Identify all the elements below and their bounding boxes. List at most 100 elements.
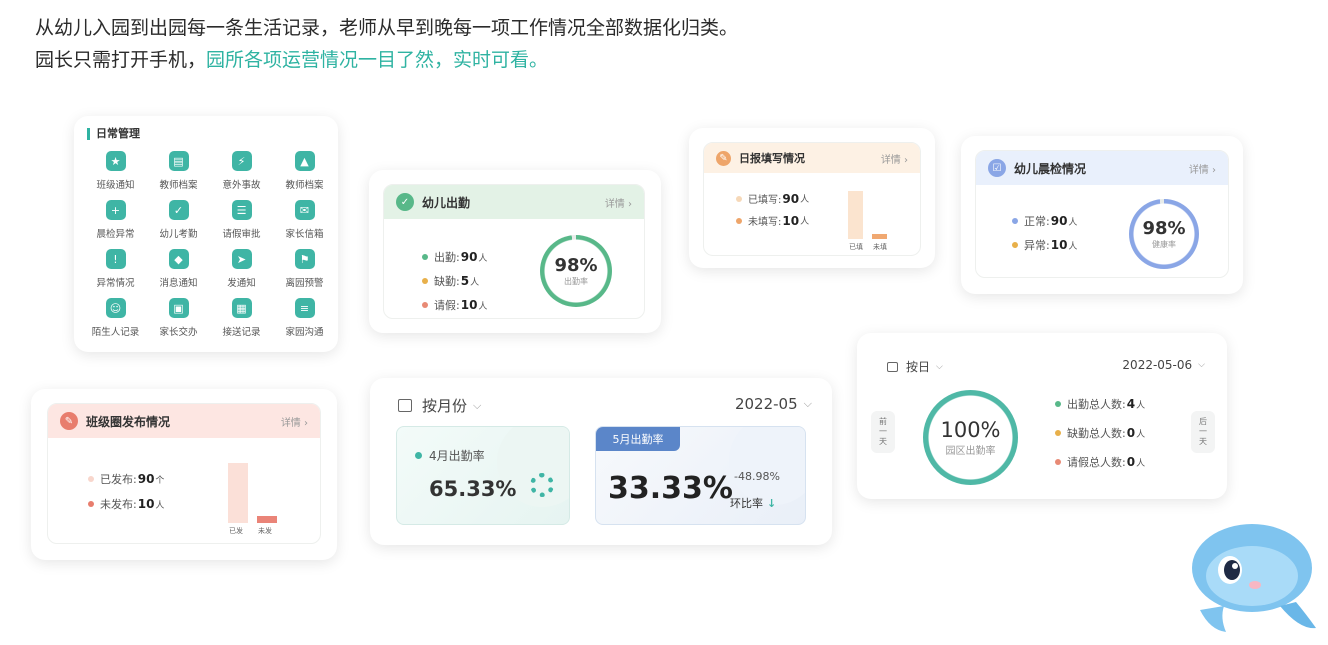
daily-mgmt-item[interactable]: ➤ 发通知 bbox=[210, 247, 273, 296]
daily-report-panel: ✎ 日报填写情况 详情 › 已填写: 90 人未填写: 10 人 已填 未填 bbox=[703, 142, 921, 256]
daily-mgmt-item[interactable]: ▦ 接送记录 bbox=[210, 296, 273, 345]
daily-report-header: ✎ 日报填写情况 详情 › bbox=[704, 143, 920, 173]
bar-1 bbox=[257, 516, 277, 523]
daily-mgmt-item-label: 家长信箱 bbox=[285, 229, 324, 240]
legend-dot bbox=[1055, 459, 1061, 465]
legend-dot bbox=[736, 217, 742, 224]
calendar-icon bbox=[887, 361, 898, 372]
stat-label: 请假总人数: bbox=[1067, 456, 1126, 469]
prev-month-value: 65.33% bbox=[429, 477, 517, 501]
stat-row: 正常: 90 人 bbox=[1012, 213, 1077, 229]
daily-mgmt-item-label: 消息通知 bbox=[159, 278, 198, 289]
daily-mgmt-item-label: 晨检异常 bbox=[96, 229, 135, 240]
nav-char: 天 bbox=[1199, 437, 1207, 446]
bar-label: 未发 bbox=[258, 527, 272, 535]
daily-mgmt-item[interactable]: ! 异常情况 bbox=[84, 247, 147, 296]
daily-mgmt-item[interactable]: ▤ 教师档案 bbox=[147, 149, 210, 198]
stat-unit: 个 bbox=[155, 475, 165, 486]
class-posts-detail-link[interactable]: 详情 › bbox=[281, 414, 308, 429]
daily-mgmt-item[interactable]: + 晨检异常 bbox=[84, 198, 147, 247]
stat-unit: 人 bbox=[800, 217, 810, 227]
stat-unit: 人 bbox=[1068, 241, 1078, 252]
lifebuoy-icon bbox=[530, 473, 554, 497]
daily-report-detail-link[interactable]: 详情 › bbox=[881, 151, 908, 166]
daily-mode-label: 按日 bbox=[906, 360, 931, 374]
daily-mgmt-item[interactable]: ☰ 请假审批 bbox=[210, 198, 273, 247]
prev-month-panel: 4月出勤率 65.33% bbox=[396, 426, 570, 525]
park-attendance-ring: 100% 园区出勤率 bbox=[923, 390, 1018, 485]
stat-value: 90 bbox=[1050, 214, 1068, 228]
health-rate-ring: 98% 健康率 bbox=[1129, 199, 1199, 269]
daily-mgmt-item[interactable]: ☺ 陌生人记录 bbox=[84, 296, 147, 345]
daily-management-grid: ★ 班级通知 ▤ 教师档案 ⚡ 意外事故 ▲ 教师档案 + 晨检异常 ✓ 幼儿考勤 ☰ 请假审批 ✉ 家长信箱… bbox=[84, 149, 336, 345]
daily-mgmt-item[interactable]: ✉ 家长信箱 bbox=[273, 198, 336, 247]
attendance-icon: ✓ bbox=[168, 200, 189, 220]
daily-mgmt-item[interactable]: ✓ 幼儿考勤 bbox=[147, 198, 210, 247]
daily-mgmt-item-label: 异常情况 bbox=[96, 278, 135, 289]
daily-date-select[interactable]: 2022-05-06 ⌵ bbox=[1122, 358, 1205, 372]
stat-value: 90 bbox=[460, 250, 478, 264]
class-posts-card: ✎ 班级圈发布情况 详情 › 已发布: 90 个未发布: 10 人 已发 未发 bbox=[31, 389, 337, 560]
daily-mgmt-item-label: 家长交办 bbox=[159, 327, 198, 338]
stat-value: 10 bbox=[1050, 238, 1068, 252]
daily-mgmt-item[interactable]: ▲ 教师档案 bbox=[273, 149, 336, 198]
daily-attendance-card: 按日 ⌵ 2022-05-06 ⌵ 前一天 后一天 100% 园区出勤率 出勤总… bbox=[857, 333, 1227, 499]
stat-row: 出勤总人数: 4 人 bbox=[1055, 396, 1145, 412]
dolphin-mascot bbox=[1192, 524, 1316, 632]
stat-row: 请假: 10 人 bbox=[422, 297, 487, 313]
monthly-date-select[interactable]: 2022-05 ⌵ bbox=[735, 395, 812, 413]
attendance-detail-link[interactable]: 详情 › bbox=[605, 195, 632, 210]
stat-value: 0 bbox=[1126, 455, 1136, 469]
monthly-mode-select[interactable]: 按月份 ⌵ bbox=[398, 395, 481, 416]
stat-label: 请假: bbox=[434, 299, 460, 312]
intro-line-2-accent: 园所各项运营情况一目了然，实时可看。 bbox=[206, 49, 549, 71]
intro-line-1: 从幼儿入园到出园每一条生活记录，老师从早到晚每一项工作情况全部数据化归类。 bbox=[35, 17, 739, 39]
monthly-attendance-card: 按月份 ⌵ 2022-05 ⌵ 4月出勤率 65.33% 5月出勤率 33.33… bbox=[370, 378, 832, 545]
chevron-down-icon: ⌵ bbox=[803, 397, 812, 410]
prev-month-title: 4月出勤率 bbox=[429, 449, 485, 463]
stat-value: 10 bbox=[137, 497, 155, 511]
stat-value: 0 bbox=[1126, 426, 1136, 440]
attendance-icon: ✓ bbox=[396, 193, 414, 211]
intro-line-2: 园长只需打开手机，园所各项运营情况一目了然，实时可看。 bbox=[35, 44, 738, 76]
next-day-button[interactable]: 后一天 bbox=[1191, 411, 1215, 453]
nav-char: 前 bbox=[879, 417, 887, 426]
legend-dot bbox=[736, 195, 742, 202]
pickup-icon: ▦ bbox=[231, 298, 252, 318]
intro-text: 从幼儿入园到出园每一条生活记录，老师从早到晚每一项工作情况全部数据化归类。 园长… bbox=[35, 12, 738, 76]
stat-label: 异常: bbox=[1024, 239, 1050, 252]
park-attendance-value: 100% bbox=[940, 418, 1001, 442]
monthly-mode-label: 按月份 bbox=[422, 397, 468, 415]
archive-icon: ▤ bbox=[168, 151, 189, 171]
daily-mgmt-item[interactable]: ≡ 家园沟通 bbox=[273, 296, 336, 345]
stat-row: 已发布: 90 个 bbox=[88, 471, 164, 487]
daily-mgmt-item[interactable]: ▣ 家长交办 bbox=[147, 296, 210, 345]
stat-row: 异常: 10 人 bbox=[1012, 237, 1077, 253]
bar-label: 已填 bbox=[849, 243, 863, 251]
daily-mgmt-item[interactable]: ★ 班级通知 bbox=[84, 149, 147, 198]
prev-day-button[interactable]: 前一天 bbox=[871, 411, 895, 453]
daily-mode-select[interactable]: 按日 ⌵ bbox=[887, 358, 943, 375]
alert-icon: ! bbox=[105, 249, 126, 269]
stat-value: 5 bbox=[460, 274, 470, 288]
stat-row: 请假总人数: 0 人 bbox=[1055, 454, 1145, 470]
stat-row: 出勤: 90 人 bbox=[422, 249, 487, 265]
arrow-down-icon: ↓ bbox=[767, 496, 777, 510]
stat-unit: 人 bbox=[470, 277, 480, 288]
legend-dot bbox=[1055, 430, 1061, 436]
daily-mgmt-item[interactable]: ⚡ 意外事故 bbox=[210, 149, 273, 198]
stat-label: 出勤: bbox=[434, 251, 460, 264]
class-posts-header: ✎ 班级圈发布情况 详情 › bbox=[48, 404, 320, 438]
daily-mgmt-item-label: 教师档案 bbox=[285, 180, 324, 191]
morning-check-detail-link[interactable]: 详情 › bbox=[1189, 161, 1216, 176]
daily-mgmt-item-label: 发通知 bbox=[227, 278, 256, 289]
stat-row: 未发布: 10 人 bbox=[88, 496, 164, 512]
daily-mgmt-item[interactable]: ⚑ 离园预警 bbox=[273, 247, 336, 296]
stat-unit: 人 bbox=[1136, 458, 1146, 469]
box-icon: ▣ bbox=[168, 298, 189, 318]
medkit-icon: + bbox=[105, 200, 126, 220]
daily-mgmt-item[interactable]: ◆ 消息通知 bbox=[147, 247, 210, 296]
legend-dot bbox=[422, 254, 428, 260]
calendar-icon bbox=[398, 399, 412, 412]
accident-icon: ⚡ bbox=[231, 151, 252, 171]
